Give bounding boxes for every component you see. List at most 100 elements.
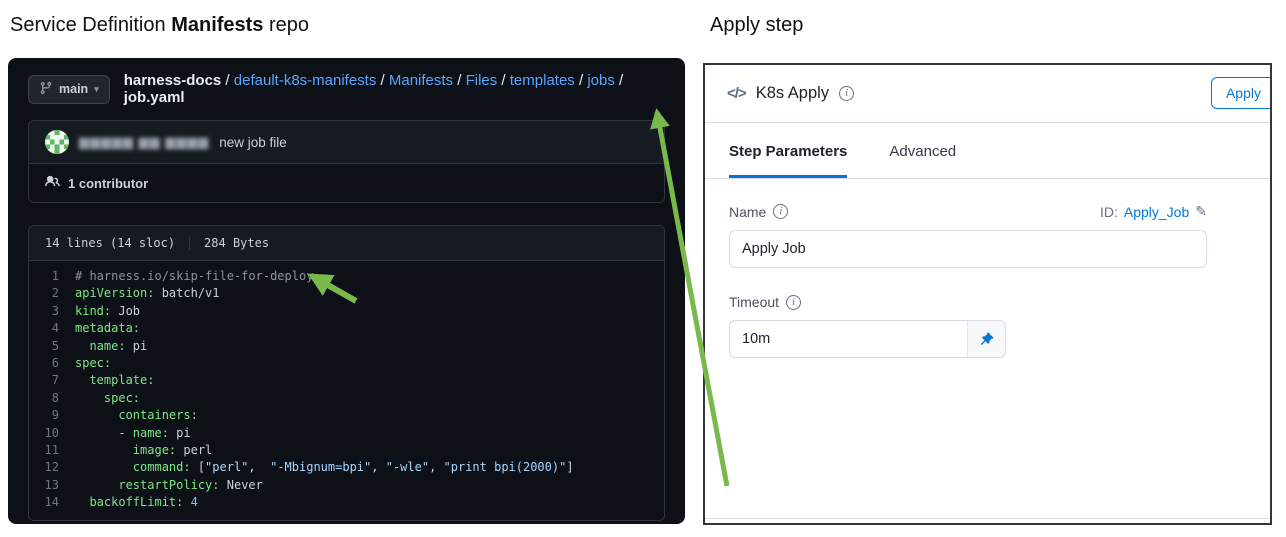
people-icon [45,174,60,192]
code-line: 8 spec: [29,390,664,407]
file-meta-bar: 14 lines (14 sloc) 284 Bytes [29,226,664,261]
code-line: 12 command: ["perl", "-Mbignum=bpi", "-w… [29,459,664,476]
line-number[interactable]: 5 [29,338,75,355]
line-number[interactable]: 6 [29,355,75,372]
apply-changes-button[interactable]: Apply [1210,77,1270,109]
code-line: 7 template: [29,372,664,389]
pin-icon[interactable] [967,321,1005,357]
info-icon[interactable]: i [786,294,802,310]
code-line: 3 kind: Job [29,303,664,320]
tab-step-parameters[interactable]: Step Parameters [729,143,848,178]
timeout-input[interactable]: 10m [729,320,1006,358]
code-text: metadata: [75,321,141,336]
code-line: 4 metadata: [29,320,664,337]
code-text: template: [89,373,155,388]
code-line: 1 # harness.io/skip-file-for-deploy [29,268,664,285]
line-number[interactable]: 4 [29,320,75,337]
step-id-link[interactable]: Apply_Job [1124,204,1189,220]
branch-name: main [59,82,89,96]
contributors-count: 1 contributor [68,175,149,191]
breadcrumb-link[interactable]: templates [510,72,575,89]
code-line: 5 name: pi [29,338,664,355]
left-panel-title: Service Definition Manifests repo [10,14,309,37]
breadcrumb-link[interactable]: jobs [587,72,615,89]
breadcrumb-separator: / [221,72,234,89]
title-text: repo [263,14,310,36]
line-number[interactable]: 2 [29,285,75,302]
name-field-label: Name [729,203,767,220]
name-input-value: Apply Job [742,241,806,257]
code-text: backoffLimit: 4 [89,495,198,510]
breadcrumb-separator: / [376,72,389,89]
code-text: image: perl [132,443,213,458]
breadcrumb-links: / default-k8s-manifests / Manifests / Fi… [221,72,615,89]
timeout-field-label: Timeout [729,294,780,310]
breadcrumb-separator: / [614,72,624,89]
breadcrumb-separator: / [453,72,466,89]
code-line: 10 - name: pi [29,425,664,442]
breadcrumb-separator: / [497,72,510,89]
step-tabs: Step Parameters Advanced [705,123,1270,179]
code-block: 1 # harness.io/skip-file-for-deploy 2 apiVe… [29,261,664,520]
line-number[interactable]: 12 [29,459,75,476]
chevron-down-icon: ▾ [94,83,99,94]
line-number[interactable]: 10 [29,425,75,442]
code-text: restartPolicy: Never [118,477,263,492]
code-line: 6 spec: [29,355,664,372]
line-number[interactable]: 3 [29,303,75,320]
tab-advanced[interactable]: Advanced [889,143,956,178]
commit-author-redacted: ▆▆▆▆▆ ▆▆ ▆▆▆▆ [79,134,210,149]
commit-message-link[interactable]: new job file [219,135,287,150]
line-number[interactable]: 8 [29,390,75,407]
code-text: apiVersion: batch/v1 [75,286,220,301]
code-text: - name: pi [75,425,191,440]
code-text: command: ["perl", "-Mbignum=bpi", "-wle"… [132,460,574,475]
breadcrumb-repo-link[interactable]: harness-docs [124,72,222,89]
contributors-row[interactable]: 1 contributor [29,164,664,202]
k8s-apply-step-panel: </> K8s Apply i Apply Step Parameters Ad… [703,63,1272,525]
code-line: 2 apiVersion: batch/v1 [29,285,664,302]
code-text: spec: [103,390,141,405]
github-repo-panel: main ▾ harness-docs / default-k8s-manife… [8,58,685,524]
line-number[interactable]: 1 [29,268,75,285]
code-text: # harness.io/skip-file-for-deploy [75,269,314,283]
code-line: 14 backoffLimit: 4 [29,494,664,511]
name-input[interactable]: Apply Job [729,230,1207,268]
code-line: 11 image: perl [29,442,664,459]
latest-commit-box: ▆▆▆▆▆ ▆▆ ▆▆▆▆ new job file 1 contributor [28,120,665,203]
step-title: K8s Apply [755,84,830,102]
breadcrumb-link[interactable]: default-k8s-manifests [234,72,377,89]
code-text: containers: [118,408,198,423]
line-number[interactable]: 11 [29,442,75,459]
edit-id-icon[interactable]: ✎ [1195,203,1207,220]
step-parameters-form: Name i ID: Apply_Job ✎ Apply Job Timeout… [705,179,1270,523]
line-number[interactable]: 9 [29,407,75,424]
code-line: 9 containers: [29,407,664,424]
title-text: Service Definition [10,14,172,36]
line-number[interactable]: 7 [29,372,75,389]
breadcrumb: harness-docs / default-k8s-manifests / M… [124,72,665,106]
code-text: spec: [75,356,112,371]
info-icon[interactable]: i [839,86,855,101]
id-label: ID: [1099,203,1118,220]
breadcrumb-link[interactable]: Files [466,72,498,89]
line-number[interactable]: 13 [29,477,75,494]
code-line: 13 restartPolicy: Never [29,477,664,494]
commit-row: ▆▆▆▆▆ ▆▆ ▆▆▆▆ new job file [29,121,664,164]
avatar[interactable] [45,130,69,154]
line-number[interactable]: 14 [29,494,75,511]
info-icon[interactable]: i [773,204,789,219]
breadcrumb-separator: / [574,72,588,89]
file-size: 284 Bytes [189,236,269,250]
git-branch-icon [39,81,53,98]
code-text: kind: Job [75,303,141,318]
code-step-icon: </> [727,85,747,102]
breadcrumb-link[interactable]: Manifests [389,72,453,89]
step-header: </> K8s Apply i Apply [705,65,1270,123]
section-divider [705,518,1270,519]
repo-header: main ▾ harness-docs / default-k8s-manife… [8,58,685,116]
file-view-box: 14 lines (14 sloc) 284 Bytes 1 # harness.… [28,225,665,521]
breadcrumb-current-file: job.yaml [123,89,185,106]
timeout-input-value: 10m [742,331,771,347]
branch-selector-button[interactable]: main ▾ [28,74,110,104]
